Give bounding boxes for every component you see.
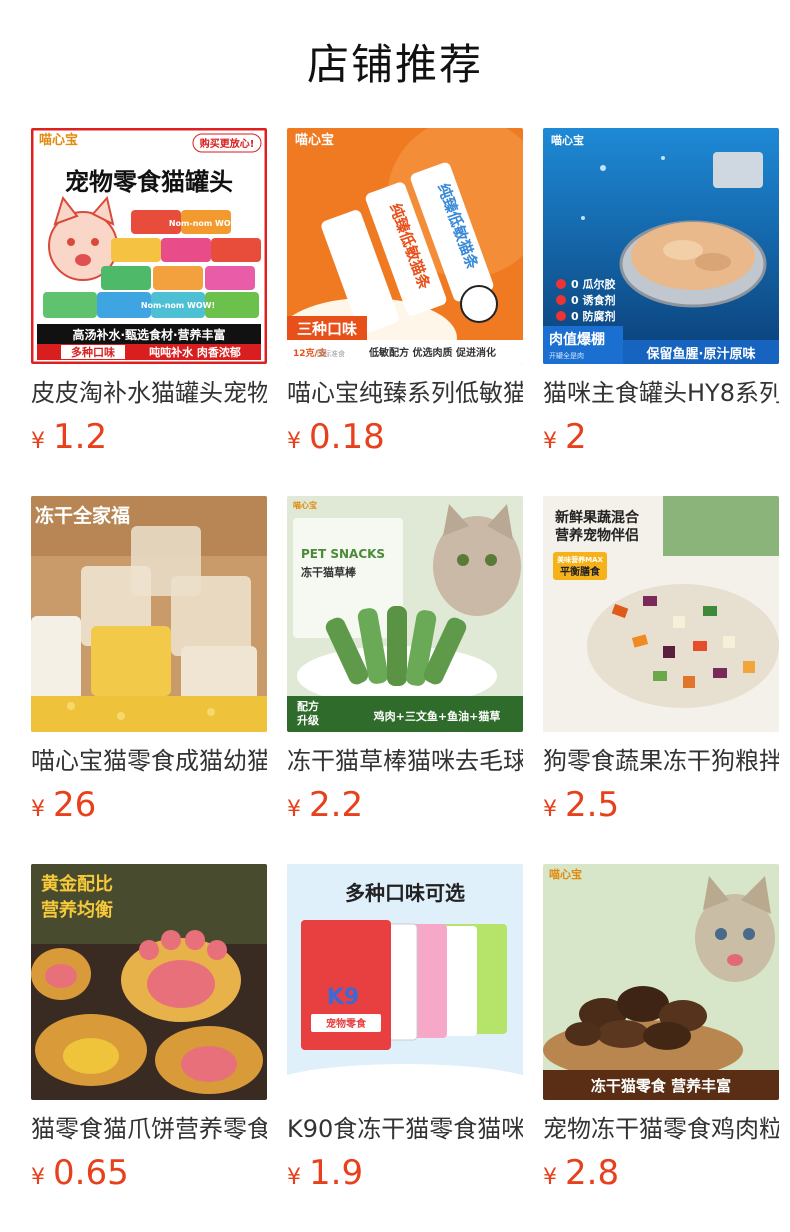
product-price: ¥2.8 bbox=[543, 1153, 779, 1199]
svg-text:0 瓜尔胶: 0 瓜尔胶 bbox=[571, 277, 615, 291]
svg-text:升级: 升级 bbox=[297, 713, 320, 727]
svg-text:0 防腐剂: 0 防腐剂 bbox=[571, 309, 615, 323]
product-name[interactable]: 宠物冻干猫零食鸡肉粒 bbox=[543, 1113, 779, 1145]
product-grid: 喵心宝 购买更放心! 宠物零食猫罐头 Nom-nom WOW! Nom-nom … bbox=[31, 128, 779, 1232]
veggie-pile bbox=[587, 584, 779, 708]
svg-text:国标准食: 国标准食 bbox=[317, 349, 345, 358]
currency-symbol: ¥ bbox=[287, 797, 301, 822]
svg-text:吨吨补水 肉香浓郁: 吨吨补水 肉香浓郁 bbox=[149, 345, 241, 359]
product-name[interactable]: 喵心宝猫零食成猫幼猫冻干 bbox=[31, 745, 267, 777]
product-name[interactable]: 猫咪主食罐头HY8系列 bbox=[543, 377, 779, 409]
product-card[interactable]: 喵心宝 纯臻低敏猫条 纯臻低敏猫条 三种口味 12克/支 国标准食 低敏配方 优… bbox=[287, 128, 523, 496]
product-image[interactable]: 黄金配比 营养均衡 bbox=[31, 864, 267, 1100]
product-card[interactable]: 喵心宝 0 瓜尔胶 0 诱食剂 0 防腐剂 肉值爆棚 开罐全是肉 保留鱼腥·原汁… bbox=[543, 128, 779, 496]
product-card[interactable]: 喵心宝 PET SNACKS 冻干猫草棒 配方 升级 鸡肉+三文鱼+鱼油+猫草 … bbox=[287, 496, 523, 864]
product-image[interactable]: 冻干全家福 bbox=[31, 496, 267, 732]
product-card[interactable]: 多种口味可选 K9 宠物零食 K90食冻干猫零食猫咪零食 ¥1.9 bbox=[287, 864, 523, 1232]
price-value: 0.18 bbox=[309, 417, 385, 457]
svg-text:配方: 配方 bbox=[297, 699, 319, 713]
product-price: ¥1.2 bbox=[31, 417, 267, 463]
product-card[interactable]: 喵心宝 购买更放心! 宠物零食猫罐头 Nom-nom WOW! Nom-nom … bbox=[31, 128, 267, 496]
product-price: ¥1.9 bbox=[287, 1153, 523, 1199]
product-image[interactable]: 喵心宝 0 瓜尔胶 0 诱食剂 0 防腐剂 肉值爆棚 开罐全是肉 保留鱼腥·原汁… bbox=[543, 128, 779, 364]
brand-logo: 喵心宝 bbox=[549, 867, 582, 881]
pouches: K9 宠物零食 bbox=[301, 920, 507, 1050]
product-image[interactable]: 喵心宝 冻干猫零食 营养丰富 bbox=[543, 864, 779, 1100]
product-price: ¥26 bbox=[31, 785, 267, 831]
image-headline: 宠物零食猫罐头 bbox=[65, 168, 233, 196]
svg-text:冻干猫草棒: 冻干猫草棒 bbox=[301, 565, 357, 579]
price-value: 1.9 bbox=[309, 1153, 364, 1193]
price-value: 26 bbox=[53, 785, 97, 825]
page-title: 店铺推荐 bbox=[306, 40, 483, 89]
svg-text:多种口味: 多种口味 bbox=[71, 345, 115, 359]
currency-symbol: ¥ bbox=[31, 797, 45, 822]
svg-text:Nom-nom WOW!: Nom-nom WOW! bbox=[141, 301, 215, 310]
svg-text:冻干猫零食 营养丰富: 冻干猫零食 营养丰富 bbox=[591, 1077, 731, 1095]
price-value: 0.65 bbox=[53, 1153, 129, 1193]
product-card[interactable]: 黄金配比 营养均衡 猫零食猫爪饼营养零食饼干 bbox=[31, 864, 267, 1232]
brand-logo: 喵心宝 bbox=[295, 132, 334, 148]
product-price: ¥0.18 bbox=[287, 417, 523, 463]
price-value: 1.2 bbox=[53, 417, 108, 457]
svg-text:PET SNACKS: PET SNACKS bbox=[301, 547, 385, 561]
svg-text:保留鱼腥·原汁原味: 保留鱼腥·原汁原味 bbox=[646, 346, 756, 362]
svg-text:K9: K9 bbox=[327, 985, 359, 1010]
image-overlay-text: 黄金配比 bbox=[41, 873, 113, 895]
no-additive-list: 0 瓜尔胶 0 诱食剂 0 防腐剂 bbox=[556, 277, 615, 323]
product-image[interactable]: 喵心宝 纯臻低敏猫条 纯臻低敏猫条 三种口味 12克/支 国标准食 低敏配方 优… bbox=[287, 128, 523, 364]
chick-icon bbox=[460, 285, 498, 323]
product-price: ¥2 bbox=[543, 417, 779, 463]
cat-icon bbox=[433, 504, 521, 616]
product-image[interactable]: 新鲜果蔬混合 营养宠物伴侣 美味营养MAX 平衡膳食 bbox=[543, 496, 779, 732]
currency-symbol: ¥ bbox=[543, 1165, 557, 1190]
svg-text:开罐全是肉: 开罐全是肉 bbox=[549, 351, 584, 360]
image-strip: 高汤补水·甄选食材·营养丰富 bbox=[72, 327, 225, 342]
image-headline: 新鲜果蔬混合 bbox=[555, 509, 640, 526]
product-name[interactable]: 皮皮淘补水猫罐头宠物零食猫罐头 bbox=[31, 377, 267, 409]
svg-text:宠物零食: 宠物零食 bbox=[326, 1017, 367, 1030]
svg-text:营养均衡: 营养均衡 bbox=[41, 899, 113, 921]
svg-text:鸡肉+三文鱼+鱼油+猫草: 鸡肉+三文鱼+鱼油+猫草 bbox=[373, 709, 501, 723]
currency-symbol: ¥ bbox=[31, 429, 45, 454]
product-price: ¥0.65 bbox=[31, 1153, 267, 1199]
price-value: 2 bbox=[565, 417, 587, 457]
product-image[interactable]: 喵心宝 PET SNACKS 冻干猫草棒 配方 升级 鸡肉+三文鱼+鱼油+猫草 bbox=[287, 496, 523, 732]
product-price: ¥2.2 bbox=[287, 785, 523, 831]
price-value: 2.8 bbox=[565, 1153, 620, 1193]
svg-text:肉值爆棚: 肉值爆棚 bbox=[549, 331, 605, 348]
product-card[interactable]: 新鲜果蔬混合 营养宠物伴侣 美味营养MAX 平衡膳食 狗零食蔬果冻干狗粮拌 ¥ … bbox=[543, 496, 779, 864]
brand-logo: 喵心宝 bbox=[39, 132, 78, 148]
currency-symbol: ¥ bbox=[287, 429, 301, 454]
currency-symbol: ¥ bbox=[31, 1165, 45, 1190]
product-name[interactable]: 喵心宝纯臻系列低敏猫条 bbox=[287, 377, 523, 409]
svg-text:购买更放心!: 购买更放心! bbox=[200, 137, 255, 150]
price-value: 2.2 bbox=[309, 785, 364, 825]
brand-logo: 喵心宝 bbox=[551, 133, 584, 147]
product-image[interactable]: 喵心宝 购买更放心! 宠物零食猫罐头 Nom-nom WOW! Nom-nom … bbox=[31, 128, 267, 364]
svg-text:平衡膳食: 平衡膳食 bbox=[560, 565, 601, 578]
image-headline: 多种口味可选 bbox=[345, 881, 465, 905]
product-card[interactable]: 冻干全家福 喵心宝猫零食成猫幼猫冻干 ¥26 bbox=[31, 496, 267, 864]
price-value: 2.5 bbox=[565, 785, 620, 825]
currency-symbol: ¥ bbox=[287, 1165, 301, 1190]
product-name[interactable]: K90食冻干猫零食猫咪零食 bbox=[287, 1113, 523, 1145]
product-name[interactable]: 狗零食蔬果冻干狗粮拌粮 bbox=[543, 745, 779, 777]
product-image[interactable]: 多种口味可选 K9 宠物零食 bbox=[287, 864, 523, 1100]
image-overlay-text: 冻干全家福 bbox=[35, 504, 130, 527]
product-price: ¥2.5 bbox=[543, 785, 779, 831]
brand-logo: 喵心宝 bbox=[293, 500, 317, 510]
svg-text:低敏配方 优选肉质 促进消化: 低敏配方 优选肉质 促进消化 bbox=[368, 346, 496, 359]
svg-text:Nom-nom WOW!: Nom-nom WOW! bbox=[169, 219, 243, 228]
svg-text:美味营养MAX: 美味营养MAX bbox=[557, 555, 603, 564]
currency-symbol: ¥ bbox=[543, 429, 557, 454]
product-name[interactable]: 猫零食猫爪饼营养零食饼干 bbox=[31, 1113, 267, 1145]
product-card[interactable]: 喵心宝 冻干猫零食 营养丰富 宠物冻干猫零食鸡肉粒 ¥ 2.8 bbox=[543, 864, 779, 1232]
svg-text:营养宠物伴侣: 营养宠物伴侣 bbox=[555, 527, 639, 544]
product-name[interactable]: 冻干猫草棒猫咪去毛球零食 bbox=[287, 745, 523, 777]
svg-text:三种口味: 三种口味 bbox=[297, 320, 357, 338]
currency-symbol: ¥ bbox=[543, 797, 557, 822]
svg-text:0 诱食剂: 0 诱食剂 bbox=[571, 293, 615, 307]
